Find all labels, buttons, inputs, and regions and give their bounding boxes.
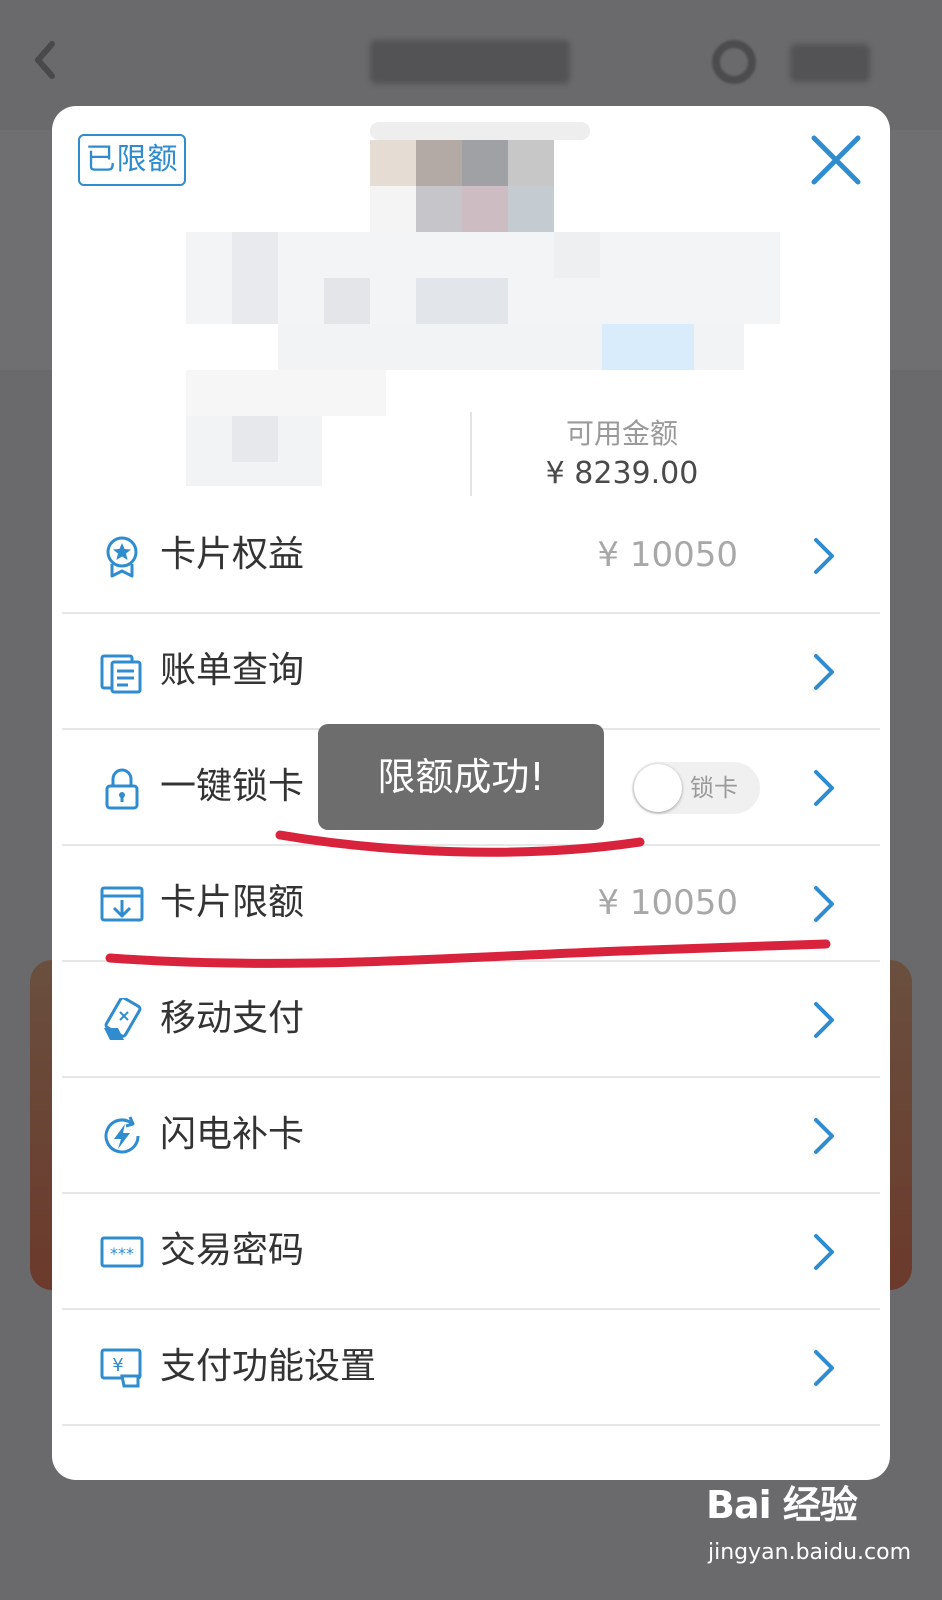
menu-row-label: 闪电补卡 [160,1114,305,1155]
bill-icon [100,654,142,694]
chevron-right-icon [814,1234,834,1270]
background-title-blurred [370,40,570,84]
limit-success-toast: 限额成功! [318,724,604,830]
watermark-logo: Bai 经验 [706,1483,858,1527]
menu-row-mobile-pay[interactable]: 移动支付 [62,962,880,1078]
toggle-knob [634,764,682,812]
chevron-right-icon [814,1350,834,1386]
gear-icon [712,40,756,84]
limit-status-badge: 已限额 [78,134,186,186]
lock-card-toggle[interactable]: 锁卡 [632,762,760,814]
menu-row-bill-query[interactable]: 账单查询 [62,614,880,730]
toggle-label: 锁卡 [690,774,738,802]
chevron-right-icon [814,654,834,690]
back-icon [35,41,55,79]
menu-row-payment-settings[interactable]: ¥ 支付功能设置 [62,1310,880,1426]
menu-row-value: ¥ 10050 [597,883,738,923]
chevron-right-icon [814,1002,834,1038]
chevron-right-icon [814,886,834,922]
mobile-pay-icon [104,998,142,1040]
menu-row-label: 卡片限额 [160,882,305,923]
menu-row-label: 支付功能设置 [160,1346,377,1387]
menu-row-value: ¥ 10050 [597,535,738,575]
password-icon: *** [100,1236,144,1268]
available-amount-label: 可用金额 [565,417,678,450]
chevron-right-icon [814,770,834,806]
medal-icon [106,536,138,578]
menu-row-label: 交易密码 [160,1230,305,1271]
payment-settings-icon: ¥ [100,1348,142,1388]
menu-row-lightning-replacement[interactable]: 闪电补卡 [62,1078,880,1194]
menu-row-transaction-password[interactable]: *** 交易密码 [62,1194,880,1310]
baidu-watermark: Bai 经验 jingyan.baidu.com [706,1466,926,1586]
menu-row-label: 一键锁卡 [160,766,305,807]
card-menu-list: 卡片权益 ¥ 10050 账单查询 一键锁卡 锁卡 卡片限额 ¥ 10050 移… [62,498,880,1426]
menu-row-card-benefits[interactable]: 卡片权益 ¥ 10050 [62,498,880,614]
limit-icon [100,886,144,922]
lock-icon [105,768,139,810]
menu-row-label: 卡片权益 [160,534,305,575]
menu-row-card-limit[interactable]: 卡片限额 ¥ 10050 [62,846,880,962]
watermark-url: jingyan.baidu.com [708,1540,912,1565]
chevron-right-icon [814,1118,834,1154]
menu-row-label: 账单查询 [160,650,305,691]
chevron-right-icon [814,538,834,574]
menu-row-label: 移动支付 [160,998,305,1039]
svg-text:¥: ¥ [112,1355,123,1376]
background-nav-bar [0,0,942,120]
background-settings-blurred [790,44,870,82]
available-amount-value: ¥ 8239.00 [545,456,699,491]
lightning-card-icon [104,1116,140,1154]
svg-text:***: *** [110,1244,134,1263]
info-divider [470,412,472,496]
